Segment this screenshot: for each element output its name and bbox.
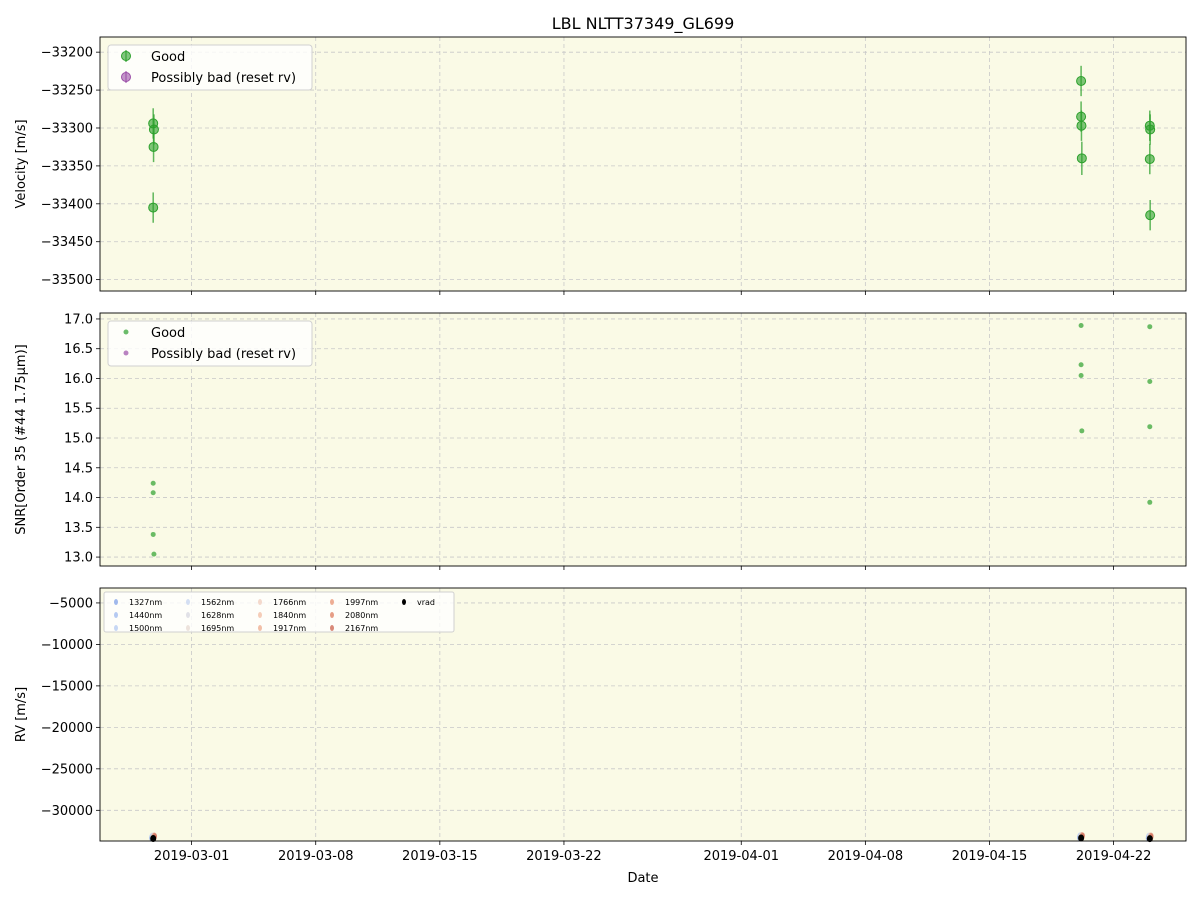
legend-marker [121,72,131,82]
y-tick-label: 17.0 [64,312,93,327]
data-point [150,480,156,486]
legend: Good Possibly bad (reset rv) [107,44,313,91]
y-axis-label: Velocity [m/s] [14,119,29,208]
legend-label: Good [151,50,185,65]
data-point [1144,154,1155,165]
y-tick-label: 15.5 [64,402,93,417]
y-axis-label: RV [m/s] [14,687,29,742]
y-tick-label: −33450 [41,235,93,250]
x-tick-label: 2019-03-15 [402,849,478,864]
vrad-point [1078,834,1085,842]
x-tick-label: 2019-03-01 [154,849,230,864]
legend: 1327nm 1440nm 1500nm 1562nm 1628nm 1695nm 1766… [103,591,455,633]
y-tick-label: −33300 [41,121,93,136]
data-point [1147,378,1153,384]
y-tick-label: −33500 [41,273,93,288]
legend-label: 1562nm [201,598,234,607]
y-tick-label: −10000 [41,638,93,653]
y-tick-label: 16.0 [64,372,93,387]
y-tick-label: −15000 [41,679,93,694]
legend-marker [258,625,262,631]
legend-label: 1997nm [345,598,378,607]
y-tick-label: −33350 [41,159,93,174]
chart-figure: LBL NLTT37349_GL699 −33200−33250−33300−3… [14,14,1187,886]
data-point [1078,373,1084,379]
data-point [148,141,159,152]
data-point [1076,153,1087,164]
legend-marker [114,625,118,631]
legend-label: vrad [417,598,435,607]
y-tick-label: 15.0 [64,432,93,447]
y-tick-label: 16.5 [64,342,93,357]
legend-marker [186,599,190,605]
x-axis-label: Date [627,871,658,886]
chart-panels: −33200 −33250 −33300 −33350 −33400 −33450 −335… [14,36,1187,864]
legend-marker [121,51,131,61]
x-tick-label: 2019-03-22 [526,849,602,864]
y-tick-label: −33200 [41,46,93,61]
y-tick-label: 13.5 [64,521,93,536]
data-point [1078,362,1084,368]
legend-label: 1440nm [129,611,162,620]
x-tick-label: 2019-04-08 [828,849,904,864]
data-point [1147,324,1153,330]
y-tick-label: 14.5 [64,461,93,476]
chart-title: LBL NLTT37349_GL699 [552,14,735,34]
legend-label: 2167nm [345,624,378,633]
data-point [151,551,157,557]
data-point [148,202,159,213]
legend-marker [258,599,262,605]
legend-marker [114,599,118,605]
legend-label: 1840nm [273,611,306,620]
x-tick-label: 2019-04-22 [1076,849,1152,864]
legend-label: 1695nm [201,624,234,633]
y-tick-label: −30000 [41,804,93,819]
x-tick-label: 2019-04-01 [703,849,779,864]
y-tick-label: 14.0 [64,491,93,506]
panel-3: 2019-03-01 2019-03-08 2019-03-15 2019-03-22… [14,587,1187,864]
y-tick-label: 13.0 [64,551,93,566]
data-point [1076,120,1087,131]
data-point [1147,424,1153,430]
legend-label: Possibly bad (reset rv) [151,347,296,362]
data-point [150,531,156,537]
legend-marker [402,599,406,605]
data-point [1079,428,1085,434]
legend-marker [258,612,262,618]
y-tick-label: −20000 [41,721,93,736]
y-tick-label: −33400 [41,197,93,212]
legend-label: 1917nm [273,624,306,633]
data-point [150,490,156,496]
x-tick-label: 2019-04-15 [952,849,1028,864]
data-point [1078,323,1084,329]
legend-label: Good [151,326,185,341]
legend-marker [330,612,334,618]
y-axis-label: SNR[Order 35 (#44 1.75μm)] [14,344,29,535]
x-tick-label: 2019-03-08 [278,849,354,864]
data-point [1145,210,1156,221]
legend-label: 1766nm [273,598,306,607]
legend-marker [186,625,190,631]
legend-marker [123,350,129,356]
legend-marker [330,599,334,605]
data-point [1076,75,1087,86]
legend-marker [123,329,129,335]
legend-label: 1327nm [129,598,162,607]
panel-1: −33200 −33250 −33300 −33350 −33400 −33450 −335… [14,36,1187,295]
y-tick-label: −25000 [41,762,93,777]
legend-label: 1500nm [129,624,162,633]
legend-label: 1628nm [201,611,234,620]
data-point [1145,124,1156,135]
legend-label: Possibly bad (reset rv) [151,71,296,86]
legend-marker [114,612,118,618]
panel-2: 13.0 13.5 14.0 14.5 15.0 15.5 16.0 16.5 17.0 SNR[… [14,312,1187,570]
legend-label: 2080nm [345,611,378,620]
legend-marker [186,612,190,618]
legend: Good Possibly bad (reset rv) [107,320,313,367]
y-tick-label: −5000 [49,596,93,611]
y-tick-label: −33250 [41,84,93,99]
data-point [1147,499,1153,505]
legend-marker [330,625,334,631]
